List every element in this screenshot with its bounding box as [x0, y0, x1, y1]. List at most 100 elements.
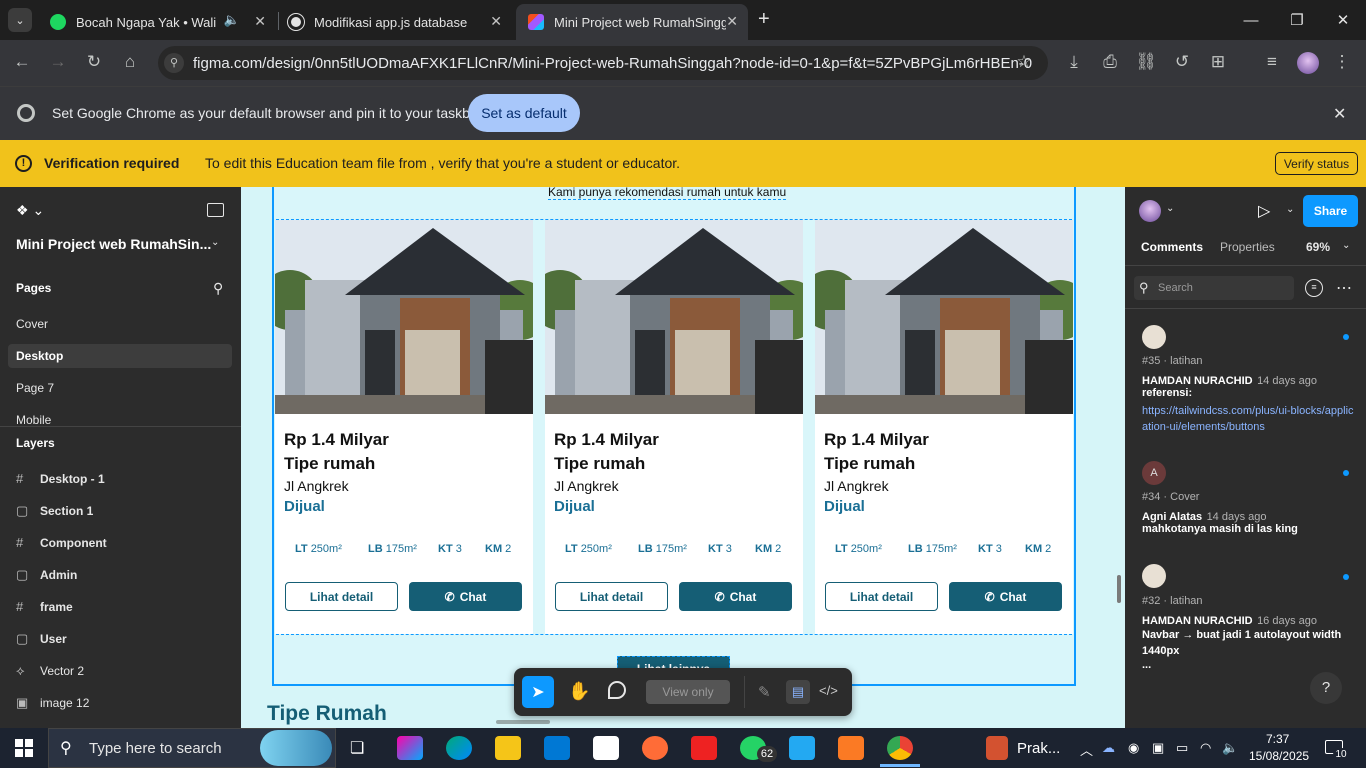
xampp-icon[interactable] [838, 736, 864, 760]
lihat-detail-button[interactable]: Lihat detail [825, 582, 938, 611]
link-icon[interactable]: ⛓ [1134, 52, 1158, 74]
close-tab-icon[interactable]: ✕ [726, 13, 738, 30]
panel-scrollbar[interactable] [1117, 575, 1121, 603]
layer-desktop-1[interactable]: Desktop - 1 [40, 472, 105, 486]
chat-button[interactable]: ✆ Chat [949, 582, 1062, 611]
tab-figma[interactable]: Mini Project web RumahSingga... ✕ [516, 4, 748, 40]
verify-status-button[interactable]: Verify status [1275, 152, 1358, 175]
search-pages-icon[interactable]: ⚲ [213, 280, 223, 297]
house-card[interactable] [275, 220, 533, 634]
tab-properties[interactable]: Properties [1220, 240, 1275, 254]
capcut-icon[interactable] [593, 736, 619, 760]
layer-image-12[interactable]: image 12 [40, 696, 89, 710]
volume-icon[interactable]: 🔈 [1222, 740, 1238, 756]
powerpoint-icon[interactable] [986, 736, 1008, 760]
present-play-icon[interactable]: ▷ [1258, 201, 1270, 221]
horizontal-scrollbar[interactable] [496, 720, 550, 724]
chat-button[interactable]: ✆ Chat [679, 582, 792, 611]
download-icon[interactable]: ⤓ [1062, 52, 1086, 74]
new-tab-icon[interactable]: + [758, 8, 770, 31]
close-window-icon[interactable]: ✕ [1320, 0, 1366, 40]
reload-icon[interactable]: ↻ [82, 52, 106, 74]
tab-github[interactable]: Modifikasi app.js database ✕ [276, 4, 512, 40]
postman-icon[interactable] [642, 736, 668, 760]
layer-frame[interactable]: frame [40, 600, 73, 614]
windows-start-icon[interactable] [15, 739, 33, 757]
vscode-icon[interactable] [789, 736, 815, 760]
forward-icon[interactable]: → [46, 52, 70, 74]
design-mode-icon[interactable]: ▤ [786, 680, 810, 704]
layer-user[interactable]: User [40, 632, 67, 646]
figma-menu-icon[interactable]: ❖ ⌄ [16, 202, 44, 219]
close-tab-icon[interactable]: ✕ [254, 13, 266, 30]
chrome-taskbar-icon[interactable] [887, 736, 913, 760]
layer-admin[interactable]: Admin [40, 568, 77, 582]
hand-tool-icon[interactable]: ✋ [568, 681, 590, 702]
wifi-icon[interactable]: ◠ [1200, 740, 1211, 756]
copilot-icon[interactable] [397, 736, 423, 760]
battery-icon[interactable]: ▭ [1176, 740, 1188, 756]
menu-kebab-icon[interactable]: ⋮ [1330, 52, 1354, 74]
comment-tool-icon[interactable] [608, 681, 626, 699]
site-info-icon[interactable]: ⚲ [164, 53, 184, 73]
zoom-chevron-icon[interactable]: ⌄ [1342, 240, 1350, 251]
file-menu-chevron-icon[interactable]: ⌄ [211, 237, 219, 248]
wps-icon[interactable] [691, 736, 717, 760]
bookmark-star-icon[interactable]: ☆ [1012, 52, 1036, 74]
lihat-detail-button[interactable]: Lihat detail [555, 582, 668, 611]
zoom-level[interactable]: 69% [1306, 240, 1330, 254]
toggle-sidebar-icon[interactable] [207, 203, 224, 217]
help-button[interactable]: ? [1310, 672, 1342, 704]
page-mobile[interactable]: Mobile [16, 413, 51, 424]
layer-section-1[interactable]: Section 1 [40, 504, 93, 518]
filter-icon[interactable]: ≡ [1305, 279, 1323, 297]
card-status: Dijual [554, 498, 595, 515]
set-default-button[interactable]: Set as default [468, 94, 580, 132]
back-icon[interactable]: ← [10, 52, 34, 74]
speaker-icon[interactable]: 🔈 [224, 12, 240, 28]
restore-icon[interactable]: ❐ [1274, 0, 1320, 40]
layer-component[interactable]: Component [40, 536, 107, 550]
chat-button[interactable]: ✆ Chat [409, 582, 522, 611]
tab-spotify[interactable]: Bocah Ngapa Yak • Wali 🔈 ✕ [38, 4, 276, 40]
prak-app-label[interactable]: Prak... [1017, 740, 1060, 757]
draw-mode-icon[interactable]: ✎ [758, 683, 771, 701]
layer-vector-2[interactable]: Vector 2 [40, 664, 84, 678]
close-tab-icon[interactable]: ✕ [490, 13, 502, 30]
screen-icon[interactable]: ▣ [1152, 740, 1164, 756]
present-chevron-icon[interactable]: ⌄ [1286, 204, 1294, 215]
minimize-icon[interactable]: — [1228, 0, 1274, 40]
clock-time[interactable]: 7:37 [1266, 732, 1289, 746]
user-avatar[interactable] [1139, 200, 1161, 222]
house-card[interactable] [545, 220, 803, 634]
onedrive-icon[interactable]: ☁ [1102, 740, 1115, 756]
comment-link[interactable]: https://tailwindcss.com/plus/ui-blocks/a… [1142, 403, 1354, 435]
file-explorer-icon[interactable] [495, 736, 521, 760]
tab-search-chevron-icon[interactable]: ⌄ [8, 8, 32, 32]
webcam-icon[interactable]: ◉ [1128, 740, 1139, 756]
file-name[interactable]: Mini Project web RumahSin... [16, 236, 211, 252]
history-icon[interactable]: ↺ [1170, 52, 1194, 74]
page-cover[interactable]: Cover [16, 317, 48, 331]
edge-icon[interactable] [446, 736, 472, 760]
avatar-chevron-icon[interactable]: ⌄ [1166, 203, 1174, 214]
task-view-icon[interactable]: ❏ [350, 738, 364, 758]
profile-avatar[interactable] [1297, 52, 1319, 74]
clock-date[interactable]: 15/08/2025 [1249, 749, 1309, 763]
move-tool-icon[interactable]: ➤ [522, 676, 554, 708]
home-icon[interactable]: ⌂ [118, 52, 142, 74]
share-button[interactable]: Share [1303, 195, 1358, 227]
lihat-detail-button[interactable]: Lihat detail [285, 582, 398, 611]
tab-comments[interactable]: Comments [1141, 240, 1203, 254]
page-desktop[interactable]: Desktop [16, 349, 63, 363]
tray-chevron-icon[interactable]: ︿ [1080, 740, 1093, 759]
print-icon[interactable]: ⎙ [1098, 52, 1122, 74]
close-banner-icon[interactable]: ✕ [1333, 104, 1346, 124]
extensions-icon[interactable]: ⊞ [1206, 52, 1230, 74]
media-icon[interactable]: ≡ [1260, 52, 1284, 74]
dev-mode-icon[interactable]: </> [819, 683, 838, 698]
page-7[interactable]: Page 7 [16, 381, 54, 395]
outlook-icon[interactable] [544, 736, 570, 760]
house-card[interactable] [815, 220, 1073, 634]
more-options-icon[interactable]: ⋯ [1336, 278, 1352, 298]
